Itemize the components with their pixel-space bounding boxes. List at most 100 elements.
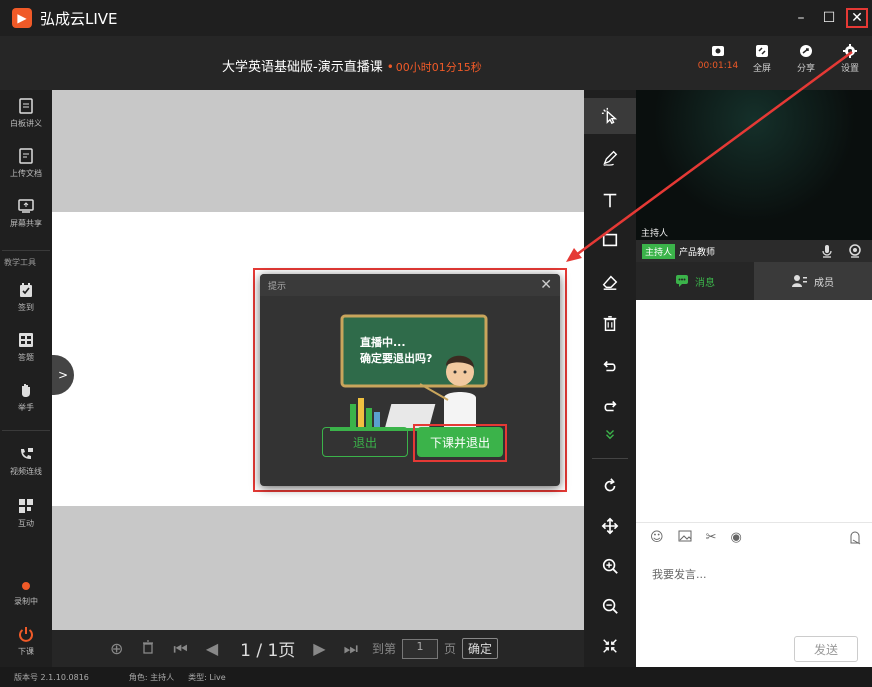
clear-chat-icon[interactable] (848, 531, 862, 549)
first-page-icon[interactable]: ⏮ (173, 639, 187, 659)
share-button[interactable]: 分享 (784, 44, 828, 74)
dialog-line2: 确定要退出吗? (360, 351, 432, 365)
version-text: 版本号 2.1.10.0816 (14, 672, 89, 682)
teaching-tools-heading: 教学工具 (4, 258, 36, 267)
share-label: 分享 (796, 64, 815, 74)
dialog-close-icon[interactable]: ✕ (540, 277, 552, 293)
page-number-input[interactable]: 1 (402, 638, 439, 659)
app-logo-icon: ▶ (12, 8, 32, 28)
undo-tool[interactable] (584, 348, 636, 384)
send-button[interactable]: 发送 (794, 636, 858, 662)
rotate-tool[interactable] (584, 468, 636, 504)
sidebar-item-label: 答题 (18, 353, 34, 362)
redo-tool[interactable] (584, 388, 636, 424)
course-title: 大学英语基础版-演示直播课 • 00小时01分15秒 (222, 56, 482, 75)
chat-tabs: 消息 成员 (636, 262, 872, 300)
fullscreen-label: 全屏 (752, 64, 771, 74)
fit-screen-tool[interactable] (584, 628, 636, 664)
sidebar-item-upload-doc[interactable]: 上传文档 (0, 148, 52, 179)
whiteboard-icon (19, 98, 33, 114)
undo-icon (603, 360, 616, 372)
trash-icon (603, 316, 617, 332)
interact-icon (19, 499, 33, 513)
fullscreen-button[interactable]: 全屏 (740, 44, 784, 74)
zoom-out-tool[interactable] (584, 588, 636, 624)
sidebar-item-checkin[interactable]: 签到 (0, 282, 52, 313)
tab-messages[interactable]: 消息 (636, 262, 754, 300)
cursor-icon (601, 107, 618, 125)
teacher-illustration: 直播中... 确定要退出吗? (330, 314, 490, 432)
redo-icon (604, 400, 617, 412)
camera-icon[interactable] (848, 244, 862, 258)
sidebar-item-interact[interactable]: 互动 (0, 498, 52, 529)
course-title-text: 大学英语基础版-演示直播课 (222, 60, 383, 75)
sidebar-item-raise-hand[interactable]: 举手 (0, 382, 52, 413)
clear-tool[interactable] (584, 306, 636, 342)
zoom-in-tool[interactable] (584, 548, 636, 584)
tab-label: 成员 (814, 277, 834, 289)
shape-tool[interactable] (584, 222, 636, 258)
sidebar-divider (2, 250, 50, 251)
page-unit-label: 页 (444, 642, 457, 656)
end-class-button[interactable]: 下课 (0, 626, 52, 657)
move-tool[interactable] (584, 508, 636, 544)
exit-button[interactable]: 退出 (322, 427, 408, 457)
page-bar: ⊕ ⏮ ◀ 1 / 1页 ▶ ⏭ 到第 1 页 确定 (52, 630, 584, 667)
record-button[interactable]: 00:01:14 (696, 44, 740, 74)
record-time: 00:01:14 (697, 61, 739, 71)
delete-page-icon[interactable] (141, 639, 155, 658)
more-tools-button[interactable] (584, 422, 636, 446)
sidebar-item-screen-share[interactable]: 屏幕共享 (0, 198, 52, 229)
eraser-tool[interactable] (584, 264, 636, 300)
members-icon (792, 275, 807, 287)
text-tool[interactable] (584, 182, 636, 218)
header-tools: 00:01:14 全屏 分享 设置 (696, 44, 872, 74)
sidebar-item-label: 白板讲义 (10, 119, 42, 128)
emoji-icon[interactable]: ☺ (650, 530, 664, 545)
record-icon (712, 46, 724, 56)
goto-confirm-button[interactable]: 确定 (462, 638, 499, 659)
upload-doc-icon (19, 148, 33, 164)
tab-label: 消息 (695, 277, 715, 289)
eraser-icon (602, 275, 618, 290)
sidebar-item-whiteboard[interactable]: 白板讲义 (0, 98, 52, 129)
sidebar-item-label: 视频连线 (10, 467, 42, 476)
sidebar-item-quiz[interactable]: 答题 (0, 332, 52, 363)
pen-tool[interactable] (584, 140, 636, 176)
sidebar-item-video-link[interactable]: 视频连线 (0, 446, 52, 477)
minimize-button[interactable]: – (790, 8, 812, 28)
maximize-button[interactable]: ☐ (818, 8, 840, 28)
host-name: 产品教师 (679, 247, 716, 258)
zoom-in-icon (602, 558, 618, 574)
drawing-toolbar (584, 90, 636, 667)
double-chevron-down-icon (606, 430, 614, 440)
host-badge: 主持人 (642, 243, 676, 259)
rectangle-icon (602, 233, 618, 247)
live-dot-icon: • (386, 60, 394, 74)
quiz-icon (19, 333, 33, 347)
host-bar: 主持人 产品教师 (636, 240, 872, 262)
scissors-icon[interactable]: ✂ (706, 530, 717, 545)
next-page-icon[interactable]: ▶ (313, 639, 325, 658)
sidebar-divider (2, 430, 50, 431)
message-icon (676, 275, 688, 287)
screen-share-icon (18, 199, 34, 213)
toolbar-divider (592, 458, 628, 459)
recording-dot-icon (22, 582, 30, 590)
tab-members[interactable]: 成员 (754, 262, 872, 300)
checkin-icon (20, 283, 32, 297)
mention-icon[interactable]: ◉ (730, 530, 741, 545)
image-icon[interactable] (678, 529, 692, 547)
prev-page-icon[interactable]: ◀ (206, 639, 218, 658)
end-button-highlight-box (413, 424, 507, 462)
end-class-label: 下课 (18, 647, 34, 656)
raise-hand-icon (22, 384, 30, 397)
chat-input[interactable]: 我要发言... (652, 566, 707, 582)
select-tool[interactable] (584, 98, 636, 134)
add-page-icon[interactable]: ⊕ (110, 639, 123, 658)
close-button[interactable]: ✕ (846, 8, 868, 28)
last-page-icon[interactable]: ⏭ (344, 639, 358, 659)
sidebar-item-label: 互动 (18, 519, 34, 528)
settings-button[interactable]: 设置 (828, 44, 872, 74)
microphone-icon[interactable] (820, 244, 834, 258)
